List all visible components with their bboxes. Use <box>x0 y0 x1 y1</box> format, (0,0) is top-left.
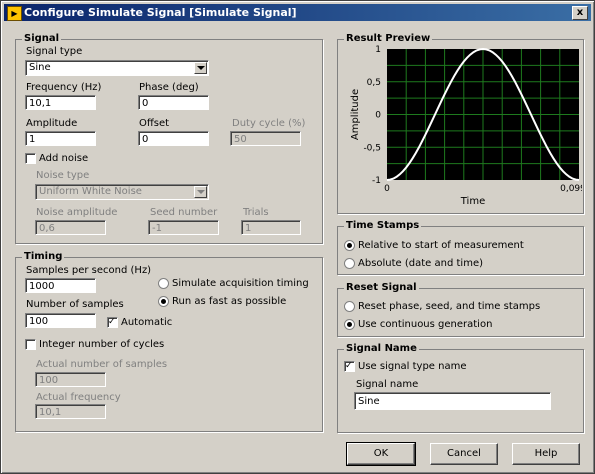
use-signal-type-name-label: Use signal type name <box>358 361 467 372</box>
samples-per-second-field[interactable]: 1000 <box>25 278 96 293</box>
trials-label: Trials <box>243 207 269 218</box>
reset-phase-radio[interactable] <box>344 301 355 312</box>
simulate-acquisition-radio[interactable] <box>158 278 169 289</box>
number-of-samples-label: Number of samples <box>26 299 124 310</box>
automatic-label: Automatic <box>121 317 173 328</box>
seed-number-field: -1 <box>148 220 219 235</box>
samples-per-second-label: Samples per second (Hz) <box>26 265 152 276</box>
integer-cycles-label: Integer number of cycles <box>39 339 165 350</box>
y-tick-label: 0,5 <box>367 78 381 88</box>
trials-field: 1 <box>241 220 301 235</box>
noise-type-value: Uniform White Noise <box>39 186 142 197</box>
noise-type-select: Uniform White Noise <box>35 184 209 200</box>
ok-button[interactable]: OK <box>346 442 416 466</box>
frequency-field[interactable]: 10,1 <box>25 95 96 110</box>
continuous-generation-radio[interactable] <box>344 319 355 330</box>
app-icon: ▶ <box>7 6 22 21</box>
y-tick-label: 0 <box>375 111 381 121</box>
run-fast-label: Run as fast as possible <box>172 296 287 307</box>
number-of-samples-field[interactable]: 100 <box>25 313 96 328</box>
noise-type-label: Noise type <box>36 170 90 181</box>
noise-amplitude-field: 0,6 <box>35 220 106 235</box>
chevron-down-icon <box>194 186 207 198</box>
actual-frequency-label: Actual frequency <box>36 392 121 403</box>
offset-label: Offset <box>139 118 170 129</box>
signal-name-label: Signal name <box>356 379 419 390</box>
frequency-label: Frequency (Hz) <box>26 82 102 93</box>
dialog-window: ▶ Configure Simulate Signal [Simulate Si… <box>0 0 595 474</box>
continuous-generation-label: Use continuous generation <box>358 319 493 330</box>
signal-type-select[interactable]: Sine <box>25 60 209 76</box>
use-signal-type-name-checkbox[interactable] <box>344 361 355 372</box>
result-preview-title: Result Preview <box>344 33 433 44</box>
relative-timestamp-label: Relative to start of measurement <box>358 240 524 251</box>
noise-amplitude-label: Noise amplitude <box>36 207 118 218</box>
reset-signal-title: Reset Signal <box>344 282 419 293</box>
y-tick-label: -1 <box>372 176 381 186</box>
y-axis-title: Amplitude <box>350 89 361 140</box>
window-title: Configure Simulate Signal [Simulate Sign… <box>24 6 297 19</box>
x-tick-label: 0,099 <box>560 184 582 194</box>
relative-timestamp-radio[interactable] <box>344 240 355 251</box>
actual-frequency-field: 10,1 <box>35 404 106 419</box>
reset-phase-label: Reset phase, seed, and time stamps <box>358 301 541 312</box>
actual-samples-label: Actual number of samples <box>36 359 168 370</box>
y-tick-label: -0,5 <box>363 143 381 153</box>
x-tick-label: 0 <box>384 184 390 194</box>
title-bar: ▶ Configure Simulate Signal [Simulate Si… <box>4 4 591 21</box>
signal-type-value: Sine <box>29 62 51 73</box>
duty-cycle-label: Duty cycle (%) <box>232 118 306 129</box>
duty-cycle-field: 50 <box>230 131 301 146</box>
actual-samples-field: 100 <box>35 372 106 387</box>
y-tick-label: 1 <box>375 45 381 55</box>
phase-field[interactable]: 0 <box>138 95 209 110</box>
phase-label: Phase (deg) <box>139 82 199 93</box>
chevron-down-icon[interactable] <box>194 62 207 74</box>
close-button[interactable]: x <box>572 6 588 20</box>
simulate-acquisition-label: Simulate acquisition timing <box>172 278 309 289</box>
integer-cycles-checkbox[interactable] <box>25 339 36 350</box>
help-button[interactable]: Help <box>512 443 580 465</box>
signal-type-label: Signal type <box>26 46 83 57</box>
signal-name-field[interactable]: Sine <box>354 392 551 410</box>
add-noise-label: Add noise <box>39 153 89 164</box>
amplitude-field[interactable]: 1 <box>25 131 96 146</box>
time-stamps-title: Time Stamps <box>344 220 422 231</box>
add-noise-checkbox[interactable] <box>25 153 36 164</box>
signal-group-title: Signal <box>22 33 62 44</box>
seed-number-label: Seed number <box>150 207 218 218</box>
timing-group-title: Timing <box>22 251 65 262</box>
offset-field[interactable]: 0 <box>138 131 209 146</box>
cancel-button[interactable]: Cancel <box>430 443 498 465</box>
absolute-timestamp-label: Absolute (date and time) <box>358 258 483 269</box>
result-preview-chart: 10,50-0,5-100,099TimeAmplitude <box>347 45 582 210</box>
absolute-timestamp-radio[interactable] <box>344 258 355 269</box>
run-fast-radio[interactable] <box>158 296 169 307</box>
signal-name-title: Signal Name <box>344 343 419 354</box>
automatic-checkbox[interactable] <box>107 317 118 328</box>
x-axis-title: Time <box>460 196 485 207</box>
chart-svg: 10,50-0,5-100,099TimeAmplitude <box>350 45 582 207</box>
amplitude-label: Amplitude <box>26 118 78 129</box>
